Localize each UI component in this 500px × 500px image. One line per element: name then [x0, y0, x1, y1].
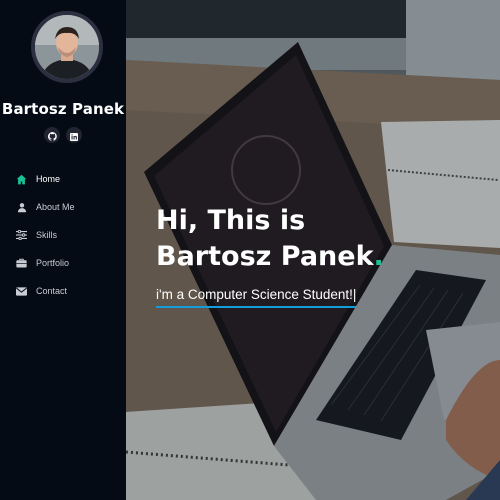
- nav-item-label: About Me: [36, 202, 75, 212]
- hero-heading: Hi, This is Bartosz Panek.: [156, 203, 384, 275]
- hero-section: Hi, This is Bartosz Panek. i'm a Compute…: [126, 0, 500, 500]
- nav-item-portfolio[interactable]: Portfolio: [0, 249, 126, 277]
- profile-name: Bartosz Panek: [1, 100, 125, 118]
- linkedin-link[interactable]: [66, 127, 82, 143]
- nav-item-about[interactable]: About Me: [0, 193, 126, 221]
- hero-typed-subtitle: i'm a Computer Science Student!|: [156, 287, 357, 308]
- nav-menu: Home About Me Skills Portfolio Contact: [0, 165, 126, 305]
- avatar: [31, 11, 103, 83]
- linkedin-icon: [70, 126, 78, 145]
- hero-name-line: Bartosz Panek.: [156, 239, 384, 275]
- home-icon: [16, 174, 27, 185]
- sidebar: Bartosz Panek Home About Me Skills Portf…: [0, 0, 126, 500]
- nav-item-home[interactable]: Home: [0, 165, 126, 193]
- nav-item-label: Home: [36, 174, 61, 184]
- hero-greeting: Hi, This is: [156, 205, 306, 236]
- nav-item-skills[interactable]: Skills: [0, 221, 126, 249]
- hero-name-dot: .: [373, 241, 384, 272]
- nav-item-contact[interactable]: Contact: [0, 277, 126, 305]
- nav-item-label: Portfolio: [36, 258, 70, 268]
- github-link[interactable]: [44, 127, 60, 143]
- envelope-icon: [16, 286, 27, 297]
- nav-item-label: Skills: [36, 230, 58, 240]
- hero-name: Bartosz Panek: [156, 241, 374, 272]
- page: Bartosz Panek Home About Me Skills Portf…: [0, 0, 500, 500]
- briefcase-icon: [16, 258, 27, 269]
- social-links: [0, 127, 126, 143]
- nav-item-label: Contact: [36, 286, 68, 296]
- user-icon: [16, 202, 27, 213]
- sliders-icon: [16, 230, 27, 241]
- github-icon: [47, 126, 57, 145]
